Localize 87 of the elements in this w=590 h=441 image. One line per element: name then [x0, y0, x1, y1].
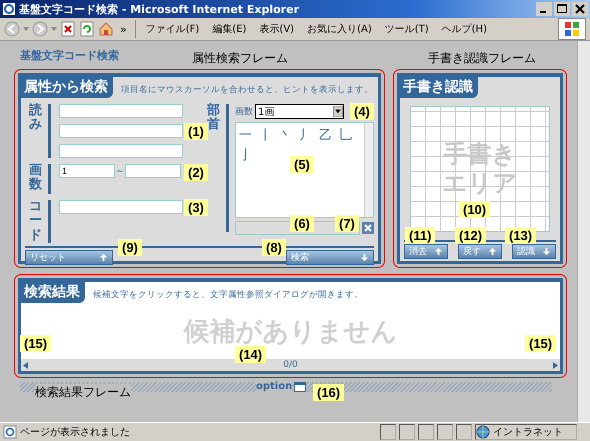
refresh-icon[interactable] — [79, 21, 95, 37]
frame-label: 手書き認識フレーム — [428, 50, 536, 67]
callout-label: (9) — [118, 239, 142, 256]
globe-icon — [476, 425, 490, 439]
minimize-icon[interactable] — [536, 2, 552, 16]
radical-item[interactable]: 乙 — [319, 126, 339, 144]
input-field[interactable] — [59, 124, 183, 138]
radical-item[interactable]: 丨 — [259, 126, 279, 144]
frame-label: 属性検索フレーム — [192, 50, 288, 67]
input-field[interactable] — [59, 144, 183, 158]
status-text: ページが表示されました — [20, 426, 131, 439]
home-icon[interactable] — [98, 21, 114, 37]
field-label[interactable]: 画数 — [29, 164, 51, 194]
panel-title: 属性から検索 — [21, 77, 113, 98]
select-label: 画数 — [235, 106, 253, 118]
arrow-down-icon — [542, 247, 551, 256]
dropdown-arrow-icon[interactable] — [333, 106, 343, 117]
close-icon[interactable] — [572, 2, 588, 16]
radical-item[interactable]: 丶 — [279, 126, 299, 144]
menu-item[interactable]: お気に入り(A) — [302, 22, 377, 36]
callout-label: (11) — [405, 227, 436, 244]
maximize-icon[interactable] — [554, 2, 570, 16]
callout-label: (8) — [262, 239, 286, 256]
scroll-left-icon[interactable] — [23, 362, 28, 368]
callout-label: (15) — [20, 335, 52, 352]
input-field[interactable] — [59, 200, 183, 214]
field-label[interactable]: 読み — [29, 104, 51, 158]
stop-icon[interactable] — [60, 21, 76, 37]
arrow-up-icon — [99, 252, 108, 262]
radical-item[interactable]: 丿 — [299, 126, 319, 144]
input-field[interactable] — [59, 104, 183, 118]
caret-icon[interactable] — [23, 27, 29, 31]
radical-item[interactable]: 亅 — [239, 146, 259, 164]
windows-logo-icon — [558, 18, 586, 40]
menu-item[interactable]: 編集(E) — [207, 22, 252, 36]
callout-label: (3) — [184, 199, 208, 216]
status-pane — [437, 424, 453, 440]
status-pane — [418, 424, 434, 440]
input-field[interactable]: 1 — [59, 164, 115, 178]
callout-label: (15) — [525, 335, 556, 352]
window-icon[interactable] — [294, 382, 306, 392]
status-pane — [380, 424, 396, 440]
panel-title: 手書き認識 — [400, 77, 478, 98]
callout-label: (5) — [290, 156, 314, 173]
page-icon — [3, 425, 17, 439]
input-field[interactable] — [125, 164, 181, 178]
window-title: 基盤文字コード検索 - Microsoft Internet Explorer — [19, 2, 300, 16]
stroke-select[interactable]: 1画 — [255, 104, 344, 119]
callout-label: (7) — [335, 215, 359, 232]
callout-label: (6) — [290, 215, 314, 232]
callout-label: (13) — [505, 227, 536, 244]
scrollbar[interactable] — [364, 123, 373, 217]
scroll-right-icon[interactable] — [552, 362, 558, 368]
callout-label: (12) — [455, 227, 486, 244]
arrow-down-icon — [360, 252, 369, 262]
status-pane — [399, 424, 415, 440]
menu-item[interactable]: ツール(T) — [380, 22, 434, 36]
clear-icon[interactable] — [362, 222, 374, 234]
arrow-up-icon — [488, 247, 497, 256]
hint-text: 候補文字をクリックすると、文字属性参照ダイアログが開きます。 — [93, 289, 363, 302]
radical-item[interactable]: 一 — [239, 126, 259, 144]
page-heading: 基盤文字コード検索 — [20, 48, 119, 63]
radical-item[interactable]: 乚 — [339, 126, 359, 144]
callout-label: (10) — [459, 201, 490, 218]
more-button[interactable]: » — [117, 22, 130, 36]
page-count: 0/0 — [283, 360, 298, 370]
browser-icon — [2, 2, 16, 16]
callout-label: (1) — [184, 123, 208, 140]
hint-text: 項目名にマウスカーソルを合わせると、ヒントを表示します。 — [121, 84, 373, 97]
arrow-up-icon — [434, 247, 443, 256]
menu-item[interactable]: ヘルプ(H) — [436, 22, 492, 36]
menu-item[interactable]: 表示(V) — [254, 22, 300, 36]
back-icon[interactable] — [4, 21, 20, 37]
callout-label: (2) — [184, 164, 208, 181]
option-link[interactable]: option — [256, 382, 292, 392]
forward-icon[interactable] — [32, 21, 48, 37]
field-label[interactable]: コード — [29, 200, 51, 243]
frame-label: 検索結果フレーム — [35, 384, 131, 401]
callout-label: (14) — [235, 346, 266, 363]
status-pane — [456, 424, 472, 440]
caret-icon[interactable] — [51, 27, 57, 31]
callout-label: (4) — [350, 103, 374, 120]
panel-title: 検索結果 — [21, 282, 85, 303]
callout-label: (16) — [313, 384, 344, 401]
zone-text: イントラネット — [493, 426, 563, 439]
menu-item[interactable]: ファイル(F) — [140, 22, 204, 36]
range-separator: ～ — [115, 165, 125, 178]
